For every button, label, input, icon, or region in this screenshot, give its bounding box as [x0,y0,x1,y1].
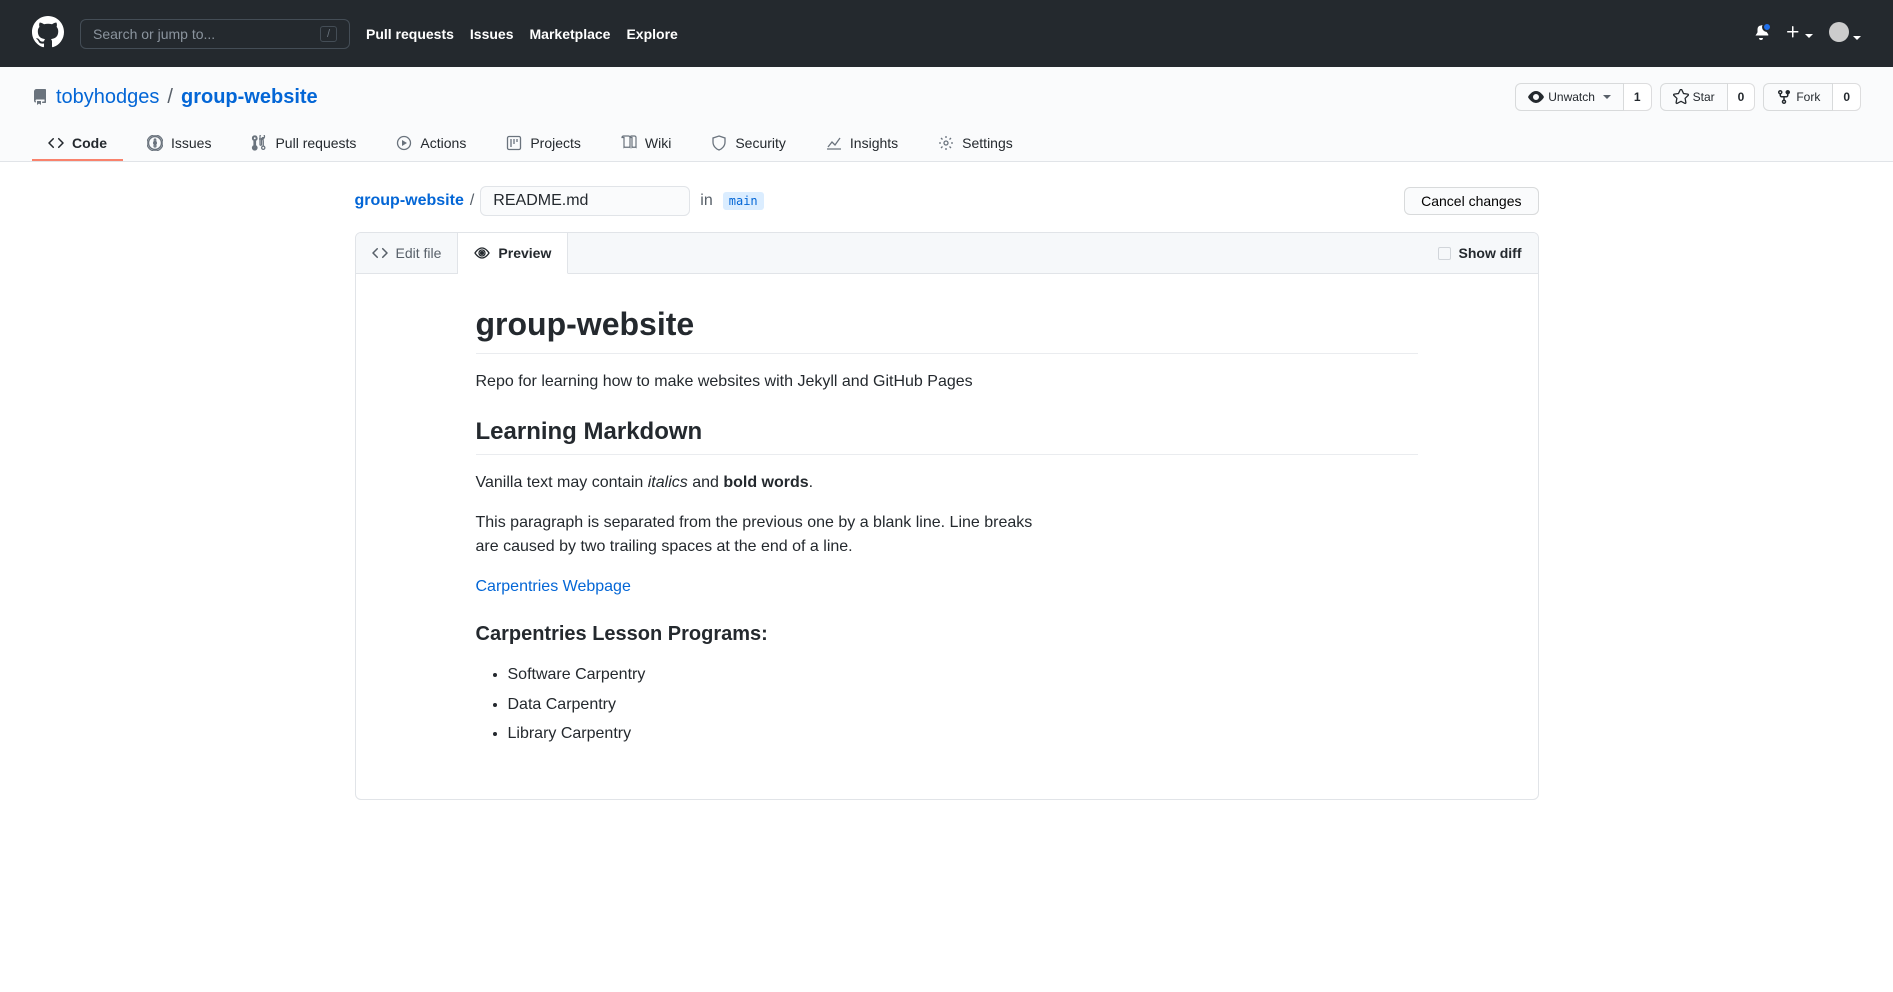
in-label: in [700,192,712,210]
avatar [1829,22,1849,42]
code-icon [372,245,388,261]
repo-tabs: Code Issues Pull requests Actions Projec… [32,127,1861,161]
carpentries-link[interactable]: Carpentries Webpage [476,578,631,595]
code-icon [48,135,64,151]
star-icon [1673,89,1689,105]
main-container: group-website / in main Cancel changes E… [339,162,1555,824]
global-header: / Pull requests Issues Marketplace Explo… [0,0,1893,67]
fork-icon [1776,89,1792,105]
tab-code[interactable]: Code [32,127,123,161]
fork-count[interactable]: 0 [1833,83,1861,111]
checkbox-icon [1438,247,1451,260]
project-icon [506,135,522,151]
editor-box: Edit file Preview Show diff group-websit… [355,232,1539,800]
eye-icon [1528,89,1544,105]
pull-request-icon [251,135,267,151]
tab-pull-requests[interactable]: Pull requests [235,127,372,161]
filename-input[interactable] [480,186,690,216]
play-icon [396,135,412,151]
repo-name-link[interactable]: group-website [181,86,318,109]
preview-paragraph: This paragraph is separated from the pre… [476,511,1036,559]
preview-paragraph: Repo for learning how to make websites w… [476,370,1418,394]
star-button[interactable]: Star [1660,83,1728,111]
branch-badge[interactable]: main [723,192,764,210]
search-box[interactable]: / [80,19,350,49]
preview-list: Software Carpentry Data Carpentry Librar… [476,662,1418,747]
star-count[interactable]: 0 [1728,83,1756,111]
repo-owner-link[interactable]: tobyhodges [56,86,159,109]
graph-icon [826,135,842,151]
nav-marketplace[interactable]: Marketplace [530,26,611,42]
github-logo[interactable] [32,16,64,51]
fork-label: Fork [1796,87,1820,107]
list-item: Data Carpentry [508,692,1418,718]
repo-header: tobyhodges / group-website Unwatch 1 Sta… [0,67,1893,162]
tab-issues[interactable]: Issues [131,127,227,161]
shield-icon [711,135,727,151]
notifications-icon[interactable] [1753,24,1769,43]
tab-actions[interactable]: Actions [380,127,482,161]
repo-actions: Unwatch 1 Star 0 Fork 0 [1515,83,1861,111]
nav-explore[interactable]: Explore [626,26,677,42]
preview-paragraph: Vanilla text may contain italics and bol… [476,471,1418,495]
tab-security[interactable]: Security [695,127,802,161]
markdown-preview: group-website Repo for learning how to m… [356,274,1538,799]
nav-pull-requests[interactable]: Pull requests [366,26,454,42]
edit-file-tab[interactable]: Edit file [356,233,459,273]
cancel-changes-button[interactable]: Cancel changes [1404,187,1538,215]
preview-h2: Learning Markdown [476,418,1418,455]
breadcrumb: group-website / in main [355,186,764,216]
header-nav: Pull requests Issues Marketplace Explore [366,26,678,42]
editor-tabs: Edit file Preview Show diff [356,233,1538,274]
nav-issues[interactable]: Issues [470,26,514,42]
search-slash-hint: / [320,26,337,42]
user-menu[interactable] [1829,22,1861,45]
search-input[interactable] [93,26,320,42]
issues-icon [147,135,163,151]
eye-icon [474,245,490,261]
preview-h1: group-website [476,306,1418,354]
show-diff-toggle[interactable]: Show diff [1422,245,1538,261]
unwatch-button[interactable]: Unwatch [1515,83,1624,111]
unwatch-label: Unwatch [1548,87,1595,107]
tab-insights[interactable]: Insights [810,127,914,161]
repo-separator: / [167,86,173,109]
preview-tab[interactable]: Preview [458,233,568,274]
book-icon [621,135,637,151]
tab-wiki[interactable]: Wiki [605,127,687,161]
star-label: Star [1693,87,1715,107]
caret-down-icon [1603,95,1611,99]
list-item: Software Carpentry [508,662,1418,688]
preview-paragraph: Carpentries Webpage [476,575,1418,599]
list-item: Library Carpentry [508,721,1418,747]
watch-count[interactable]: 1 [1624,83,1652,111]
notification-dot [1762,22,1772,32]
fork-button[interactable]: Fork [1763,83,1833,111]
breadcrumb-root[interactable]: group-website [355,192,464,210]
create-new-dropdown[interactable] [1785,24,1813,43]
repo-title: tobyhodges / group-website [32,86,318,109]
tab-projects[interactable]: Projects [490,127,597,161]
repo-icon [32,89,48,105]
preview-h3: Carpentries Lesson Programs: [476,623,1418,646]
gear-icon [938,135,954,151]
tab-settings[interactable]: Settings [922,127,1029,161]
